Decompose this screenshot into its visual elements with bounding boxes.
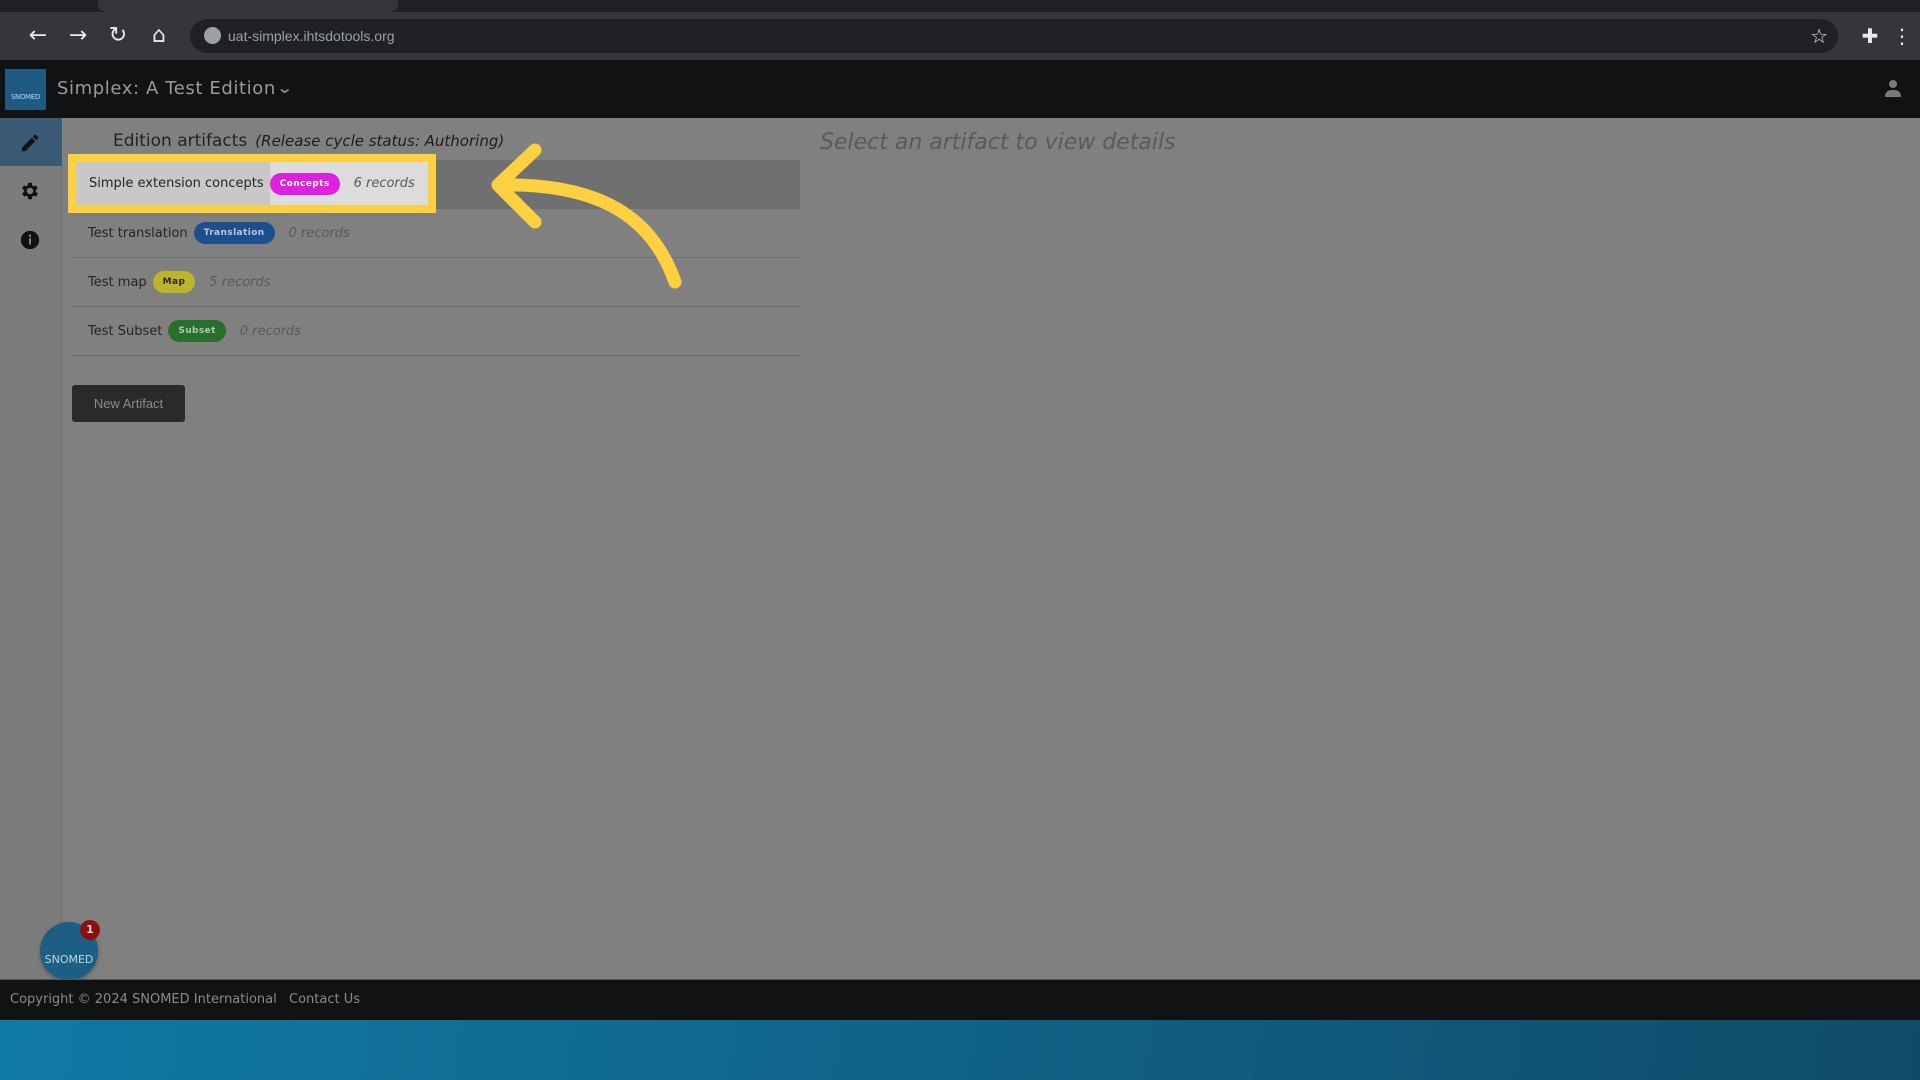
address-bar[interactable]: uat-simplex.ihtsdotools.org ☆ <box>190 19 1838 53</box>
bookmark-star-icon[interactable]: ☆ <box>1810 21 1828 51</box>
edition-title[interactable]: Simplex: A Test Edition <box>57 60 276 118</box>
record-count: 5 records <box>209 274 271 290</box>
extensions-icon[interactable]: ✚ <box>1854 20 1886 52</box>
details-placeholder: Select an artifact to view details <box>820 130 1176 155</box>
section-title: Edition artifacts <box>113 131 248 151</box>
url-text[interactable]: uat-simplex.ihtsdotools.org <box>228 19 395 53</box>
record-count: 0 records <box>239 323 302 339</box>
reload-icon[interactable]: ↻ <box>102 20 134 52</box>
sidebar-item-info[interactable] <box>0 215 62 263</box>
chat-unread-badge: 1 <box>80 920 100 940</box>
user-icon-head <box>1889 80 1897 88</box>
artifact-type-badge: Translation <box>193 222 275 244</box>
artifact-name: Test map <box>88 274 147 290</box>
home-icon[interactable]: ⌂ <box>143 20 175 52</box>
copyright-text: Copyright © 2024 SNOMED International <box>10 992 277 1007</box>
new-artifact-button[interactable]: New Artifact <box>72 385 185 422</box>
artifact-type-badge: Subset <box>168 320 226 342</box>
kebab-menu-icon[interactable]: ⋮ <box>1886 20 1918 52</box>
user-account-icon[interactable] <box>1884 80 1902 98</box>
sidebar-item-settings[interactable] <box>0 166 62 214</box>
footer: Copyright © 2024 SNOMED International Co… <box>0 979 1920 1020</box>
highlighted-artifact-content: Simple extension concepts Concepts 6 rec… <box>89 172 415 195</box>
artifact-name: Test translation <box>88 225 188 241</box>
record-count: 0 records <box>288 225 350 241</box>
artifact-type-badge: Concepts <box>269 172 340 195</box>
snomed-logo[interactable]: SNOMED <box>5 69 46 110</box>
annotation-arrow-icon <box>491 143 682 289</box>
desktop-background <box>0 1020 1920 1080</box>
pencil-icon <box>21 134 39 152</box>
globe-icon <box>204 27 221 44</box>
info-icon <box>20 230 40 250</box>
gear-icon <box>22 182 38 200</box>
chevron-down-icon[interactable]: ⌄ <box>276 76 293 100</box>
record-count: 6 records <box>353 176 415 191</box>
contact-us-link[interactable]: Contact Us <box>289 980 360 1020</box>
back-arrow-icon[interactable]: ← <box>22 20 54 52</box>
highlighted-artifact[interactable]: Simple extension concepts Concepts 6 rec… <box>68 154 436 213</box>
artifact-name: Test Subset <box>88 323 163 339</box>
artifact-type-badge: Map <box>152 271 196 293</box>
sidebar-item-edit[interactable] <box>0 118 62 166</box>
app-header: SNOMED Simplex: A Test Edition ⌄ <box>0 60 1920 118</box>
artifact-name: Simple extension concepts <box>89 176 264 191</box>
sidebar <box>0 118 62 979</box>
artifact-row[interactable]: Test Subset Subset 0 records <box>72 307 800 356</box>
browser-tab-strip <box>0 0 1920 12</box>
section-header: Edition artifacts (Release cycle status: … <box>113 128 504 154</box>
browser-toolbar: ← → ↻ ⌂ uat-simplex.ihtsdotools.org ☆ ✚ … <box>0 12 1920 60</box>
release-status: (Release cycle status: Authoring) <box>255 132 505 150</box>
user-icon-body <box>1885 90 1901 97</box>
forward-arrow-icon[interactable]: → <box>62 20 94 52</box>
browser-active-tab[interactable] <box>98 0 398 12</box>
